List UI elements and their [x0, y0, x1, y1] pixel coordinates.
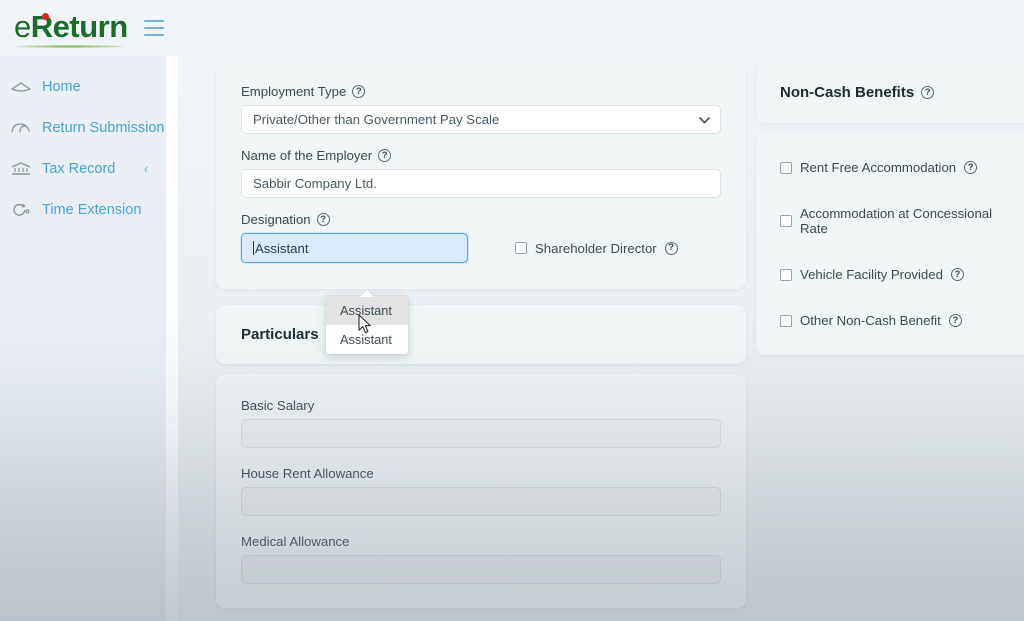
help-icon[interactable]: ? [948, 314, 962, 327]
basic-salary-field: Basic Salary [241, 398, 721, 448]
sidebar-item-return-submission[interactable]: Return Submission [0, 107, 166, 148]
vehicle-facility-provided-row[interactable]: Vehicle Facility Provided ? [780, 267, 1024, 282]
rent-free-accommodation-label: Rent Free Accommodation [800, 160, 957, 175]
right-column: Non-Cash Benefits ? Rent Free Accommodat… [756, 56, 1024, 355]
medical-allowance-field: Medical Allowance [241, 534, 721, 584]
app-root: eReturn Home Return Submission Tax Recor… [0, 0, 1024, 621]
employment-type-label: Employment Type [241, 84, 347, 99]
other-non-cash-benefit-row[interactable]: Other Non-Cash Benefit ? [780, 313, 1024, 328]
shareholder-director-checkbox-row[interactable]: Shareholder Director ? [515, 241, 678, 256]
particulars-header-card: Particulars ? [216, 305, 746, 364]
medical-allowance-label: Medical Allowance [241, 534, 350, 549]
other-non-cash-benefit-label: Other Non-Cash Benefit [800, 313, 941, 328]
non-cash-benefits-title-row: Non-Cash Benefits ? [780, 84, 1024, 101]
shareholder-director-label: Shareholder Director [535, 240, 657, 256]
employer-name-label-row: Name of the Employer ? [241, 148, 721, 163]
logo-red-dot [42, 13, 49, 20]
accommodation-concessional-rate-row[interactable]: Accommodation at Concessional Rate ? [780, 206, 1024, 236]
designation-row: Assistant Shareholder Director ? [241, 233, 721, 263]
tax-record-icon [8, 159, 34, 179]
employer-name-label: Name of the Employer [241, 148, 373, 163]
sidebar-item-label: Return Submission [42, 119, 165, 136]
vehicle-facility-provided-checkbox[interactable] [780, 268, 792, 281]
sidebar-item-label: Home [42, 78, 81, 95]
text-caret [253, 241, 254, 255]
employer-name-input[interactable]: Sabbir Company Ltd. [241, 169, 721, 198]
employment-type-label-row: Employment Type ? [241, 84, 721, 99]
sidebar-item-tax-record[interactable]: Tax Record ‹ [0, 148, 166, 189]
non-cash-benefits-title: Non-Cash Benefits [780, 84, 915, 101]
designation-input[interactable]: Assistant [241, 233, 468, 263]
non-cash-benefits-list-card: Rent Free Accommodation ? Accommodation … [756, 133, 1024, 355]
return-submission-icon [8, 118, 34, 138]
rent-free-accommodation-row[interactable]: Rent Free Accommodation ? [780, 160, 1024, 175]
top-header: eReturn [0, 0, 1024, 56]
sidebar: Home Return Submission Tax Record ‹ Time… [0, 56, 166, 621]
help-icon[interactable]: ? [352, 85, 366, 98]
house-rent-allowance-label-row: House Rent Allowance [241, 466, 721, 481]
help-icon[interactable]: ? [964, 161, 978, 174]
home-icon [8, 77, 34, 97]
designation-input-value: Assistant [255, 240, 309, 256]
rent-free-accommodation-checkbox[interactable] [780, 161, 792, 174]
house-rent-allowance-label: House Rent Allowance [241, 466, 374, 481]
hamburger-line [143, 20, 164, 22]
logo-underline [16, 45, 124, 48]
medical-allowance-input[interactable] [241, 555, 721, 584]
sidebar-item-home[interactable]: Home [0, 66, 166, 107]
designation-field: Designation ? Assistant Shareholder Dire… [241, 212, 721, 263]
chevron-left-icon[interactable]: ‹ [144, 163, 148, 175]
accommodation-concessional-rate-checkbox[interactable] [780, 215, 792, 227]
hamburger-icon[interactable] [143, 20, 164, 36]
time-extension-icon [8, 200, 34, 220]
main-content: Employment Type ? Private/Other than Gov… [178, 56, 1024, 621]
hamburger-line [143, 27, 164, 29]
shareholder-director-checkbox[interactable] [515, 242, 527, 254]
employer-name-field: Name of the Employer ? Sabbir Company Lt… [241, 148, 721, 198]
employment-type-select-wrap: Private/Other than Government Pay Scale [241, 105, 721, 134]
sidebar-item-label: Time Extension [42, 201, 142, 218]
house-rent-allowance-input[interactable] [241, 487, 721, 516]
help-icon[interactable]: ? [950, 268, 964, 281]
dropdown-arrow [360, 290, 374, 297]
left-column: Employment Type ? Private/Other than Gov… [216, 56, 746, 608]
non-cash-benefits-header-card: Non-Cash Benefits ? [756, 62, 1024, 123]
medical-allowance-label-row: Medical Allowance [241, 534, 721, 549]
dropdown-option[interactable]: Assistant [326, 325, 408, 354]
vehicle-facility-provided-label: Vehicle Facility Provided [800, 267, 943, 282]
other-non-cash-benefit-checkbox[interactable] [780, 314, 792, 327]
hamburger-line [143, 34, 164, 36]
house-rent-allowance-field: House Rent Allowance [241, 466, 721, 516]
designation-label-row: Designation ? [241, 212, 721, 227]
particulars-title-row: Particulars ? [241, 326, 721, 343]
help-icon[interactable]: ? [664, 241, 678, 255]
particulars-fields-card: Basic Salary House Rent Allowance Medica… [216, 374, 746, 608]
help-icon[interactable]: ? [316, 213, 330, 226]
sidebar-divider [166, 56, 178, 621]
designation-label: Designation [241, 212, 311, 227]
ereturn-logo[interactable]: eReturn [14, 9, 128, 48]
sidebar-item-label: Tax Record [42, 160, 116, 177]
employment-type-field: Employment Type ? Private/Other than Gov… [241, 84, 721, 134]
sidebar-item-time-extension[interactable]: Time Extension [0, 189, 166, 230]
particulars-title: Particulars [241, 326, 319, 343]
dropdown-option[interactable]: Assistant [326, 296, 408, 325]
help-icon[interactable]: ? [378, 149, 392, 162]
basic-salary-label-row: Basic Salary [241, 398, 721, 413]
logo-text-e: e [14, 9, 31, 44]
employment-type-select[interactable]: Private/Other than Government Pay Scale [241, 105, 721, 134]
basic-salary-label: Basic Salary [241, 398, 315, 413]
accommodation-concessional-rate-label: Accommodation at Concessional Rate [800, 206, 993, 236]
help-icon[interactable]: ? [921, 86, 935, 99]
employment-card: Employment Type ? Private/Other than Gov… [216, 62, 746, 289]
basic-salary-input[interactable] [241, 419, 721, 448]
designation-dropdown[interactable]: Assistant Assistant [326, 290, 408, 354]
